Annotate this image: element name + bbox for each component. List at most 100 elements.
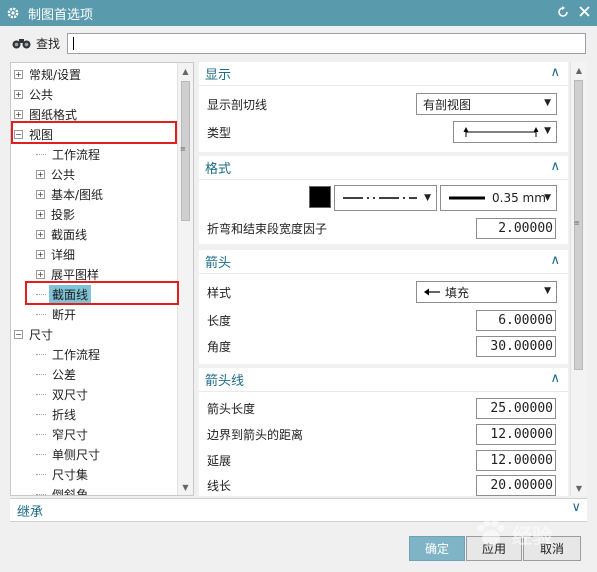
expand-plus-icon[interactable]: + [14, 89, 23, 99]
border-distance-label: 边界到箭头的距离 [207, 427, 304, 442]
collapse-chevron-icon[interactable]: ∧ [550, 253, 560, 268]
tree-item[interactable]: 工作流程 [36, 144, 103, 164]
tree-item[interactable]: 双尺寸 [36, 384, 91, 404]
line-font-select[interactable]: ▼ [334, 185, 437, 211]
border-distance-input[interactable]: 12.00000 [476, 423, 556, 445]
collapse-minus-icon[interactable]: − [14, 329, 23, 339]
extension-input[interactable]: 12.00000 [476, 449, 556, 471]
highlight-box-view [11, 121, 177, 144]
tree-item[interactable]: 尺寸集 [36, 464, 91, 484]
collapse-chevron-icon[interactable]: ∧ [550, 65, 560, 80]
scroll-up-arrow-icon[interactable]: ▲ [571, 62, 587, 78]
line-length-label: 线长 [207, 478, 232, 493]
title-bar: 制图首选项 [0, 0, 597, 26]
panel-header-arrow-line[interactable]: 箭头线 ∧ [199, 368, 568, 392]
properties-scrollbar[interactable]: ▲ ≡ ▼ [570, 62, 587, 496]
expand-plus-icon[interactable]: + [36, 189, 45, 199]
tree-connector [36, 453, 46, 455]
panel-header-arrowhead[interactable]: 箭头 ∧ [199, 250, 568, 274]
tree-item-label: 断开 [52, 307, 77, 322]
line-length-input[interactable]: 20.00000 [476, 474, 556, 496]
tree-connector [36, 393, 46, 395]
tree-item[interactable]: 窄尺寸 [36, 424, 91, 444]
tree-item[interactable]: 断开 [36, 304, 79, 324]
panel-display: 显示 ∧ 显示剖切线 有剖视图 ▼ 类型 ▼ [199, 62, 568, 152]
expand-plus-icon[interactable]: + [14, 69, 23, 79]
bend-factor-label: 折弯和结束段宽度因子 [207, 221, 328, 236]
show-section-line-select[interactable]: 有剖视图 ▼ [416, 93, 557, 115]
line-width-select[interactable]: 0.35 mm ▼ [440, 185, 557, 211]
tree-item[interactable]: + 公共 [36, 164, 78, 184]
type-label: 类型 [207, 125, 232, 140]
tree-connector [36, 473, 46, 475]
tree-item[interactable]: 公差 [36, 364, 79, 384]
inherit-section-header[interactable]: 继承 ∨ [10, 498, 587, 522]
reset-icon[interactable] [556, 5, 570, 22]
scroll-up-arrow-icon[interactable]: ▲ [178, 63, 193, 79]
chevron-down-icon: ▼ [544, 193, 551, 203]
tree-item[interactable]: + 投影 [36, 204, 78, 224]
find-bar: 查找 [0, 26, 597, 60]
scroll-down-arrow-icon[interactable]: ▼ [571, 480, 587, 496]
arrowhead-angle-input[interactable]: 30.00000 [476, 335, 556, 357]
panel-header-display[interactable]: 显示 ∧ [199, 62, 568, 86]
tree-item[interactable]: 工作流程 [36, 344, 103, 364]
tree-item[interactable]: 单侧尺寸 [36, 444, 103, 464]
ok-button[interactable]: 确定 [409, 536, 465, 561]
expand-plus-icon[interactable]: + [36, 249, 45, 259]
tree-item-label: 双尺寸 [52, 387, 89, 402]
tree-item[interactable]: + 详细 [36, 244, 78, 264]
chevron-down-icon: ▼ [424, 193, 431, 203]
scroll-down-arrow-icon[interactable]: ▼ [178, 479, 193, 495]
tree-item-label: 尺寸集 [52, 467, 89, 482]
collapse-chevron-icon[interactable]: ∧ [550, 159, 560, 174]
tree-scrollbar[interactable]: ▲ ≡ ▼ [177, 63, 193, 495]
style-label: 样式 [207, 285, 232, 300]
tree-item[interactable]: + 截面线 [36, 224, 90, 244]
tree-connector [36, 353, 46, 355]
panel-arrowhead: 箭头 ∧ 样式 填充 ▼ 长度 6.00000 角度 30.00000 [199, 250, 568, 364]
expand-plus-icon[interactable]: + [36, 169, 45, 179]
arrow-length-label: 箭头长度 [207, 401, 256, 416]
bend-factor-input[interactable]: 2.00000 [476, 217, 556, 239]
expand-plus-icon[interactable]: + [36, 269, 45, 279]
arrow-length-input[interactable]: 25.00000 [476, 397, 556, 419]
expand-plus-icon[interactable]: + [36, 209, 45, 219]
arrowhead-length-label: 长度 [207, 313, 232, 328]
tree-item-label: 公共 [51, 167, 76, 182]
section-line-type-select[interactable]: ▼ [453, 121, 557, 143]
tree-item-label: 公共 [29, 87, 54, 102]
tree-item-label: 倒斜角 [52, 487, 89, 496]
tree-connector [36, 493, 46, 495]
tree-item[interactable]: + 公共 [14, 84, 56, 104]
expand-plus-icon[interactable]: + [14, 109, 23, 119]
text-caret [73, 37, 74, 50]
inherit-label: 继承 [17, 504, 44, 520]
scroll-grip-icon: ≡ [180, 145, 186, 153]
arrowhead-length-input[interactable]: 6.00000 [476, 309, 556, 331]
window-title: 制图首选项 [28, 7, 94, 23]
close-icon[interactable] [578, 5, 591, 21]
binoculars-icon [11, 35, 33, 51]
collapse-chevron-icon[interactable]: ∧ [550, 371, 560, 386]
find-input[interactable] [67, 33, 586, 54]
tree-item[interactable]: − 尺寸 [14, 324, 56, 344]
expand-plus-icon[interactable]: + [36, 229, 45, 239]
dash-dot-line-icon [343, 197, 417, 199]
tree-item-label: 基本/图纸 [51, 187, 104, 202]
cancel-button[interactable]: 取消 [523, 536, 581, 561]
apply-button[interactable]: 应用 [466, 536, 522, 561]
tree-item[interactable]: + 基本/图纸 [36, 184, 106, 204]
tree-item[interactable]: 折线 [36, 404, 79, 424]
tree-item-label: 工作流程 [52, 347, 101, 362]
find-label: 查找 [36, 36, 61, 51]
chevron-down-icon: ▼ [544, 98, 551, 108]
expand-chevron-icon[interactable]: ∨ [571, 500, 581, 515]
tree-item-label: 常规/设置 [29, 67, 82, 82]
arrowhead-style-select[interactable]: 填充 ▼ [416, 281, 557, 303]
tree-item[interactable]: 倒斜角 [36, 484, 91, 496]
tree-item-label: 投影 [51, 207, 76, 222]
tree-item[interactable]: + 常规/设置 [14, 64, 84, 84]
panel-header-format[interactable]: 格式 ∧ [199, 156, 568, 180]
color-swatch[interactable] [309, 186, 331, 208]
